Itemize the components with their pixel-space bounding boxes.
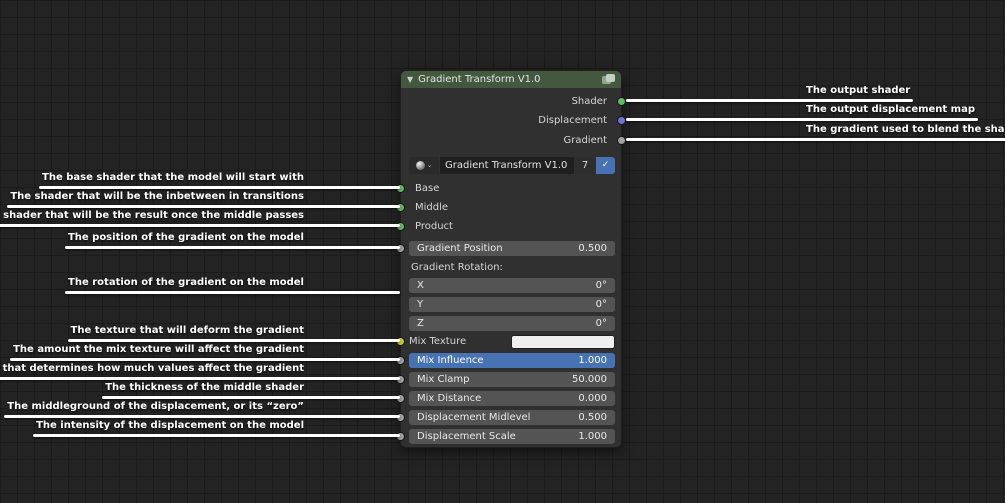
gradient-rotation-heading: Gradient Rotation: — [411, 262, 503, 273]
annotation-leader-line — [4, 415, 400, 418]
mix-influence-field[interactable]: Mix Influence 1.000 — [409, 353, 615, 368]
collapse-arrow-icon[interactable]: ▼ — [407, 71, 413, 88]
fake-user-checkbox[interactable]: ✓ — [596, 157, 615, 174]
rotation-y-field[interactable]: Y 0° — [409, 297, 615, 312]
mix-texture-label: Mix Texture — [409, 336, 467, 347]
annotation-text: The output shader — [806, 85, 911, 96]
node-header[interactable]: ▼ Gradient Transform V1.0 — [401, 71, 621, 88]
annotation-text: The thickness of the middle shader — [105, 382, 304, 393]
rotation-z-field[interactable]: Z 0° — [409, 316, 615, 331]
displacement-midlevel-field[interactable]: Displacement Midlevel 0.500 — [409, 410, 615, 425]
annotation-mix-influence: The amount the mix texture will affect t… — [10, 344, 400, 361]
group-user-count[interactable]: 7 — [575, 157, 595, 174]
annotation-leader-line — [626, 99, 914, 102]
annotation-leader-line — [626, 138, 1005, 141]
field-value: 50.000 — [572, 374, 607, 385]
field-value: 0.000 — [578, 393, 607, 404]
annotation-text: The base shader that the model will star… — [42, 172, 304, 183]
node-group-selector: ⌄ Gradient Transform V1.0 7 ✓ — [409, 157, 615, 174]
annotation-displacement-scale: The intensity of the displacement on the… — [33, 420, 400, 437]
field-value: 0.500 — [578, 412, 607, 423]
browse-group-button[interactable]: ⌄ — [409, 157, 439, 174]
annotation-leader-line — [39, 186, 400, 189]
annotation-base: The base shader that the model will star… — [39, 172, 400, 189]
node-editor-canvas[interactable]: ▼ Gradient Transform V1.0 Shader Displac… — [0, 0, 1005, 503]
annotation-product: The shader that will be the result once … — [0, 210, 400, 227]
annotation-leader-line — [0, 224, 400, 227]
gradient-position-field[interactable]: Gradient Position 0.500 — [409, 241, 615, 256]
node-title: Gradient Transform V1.0 — [418, 74, 541, 85]
annotation-text: The position of the gradient on the mode… — [67, 232, 304, 243]
field-value: 0° — [595, 280, 607, 291]
annotation-leader-line — [626, 118, 979, 121]
field-label: Mix Distance — [417, 393, 482, 404]
annotation-text: The amount the mix texture will affect t… — [13, 344, 304, 355]
input-label-middle: Middle — [415, 202, 449, 213]
field-label: Mix Influence — [417, 355, 484, 366]
annotation-text: The rotation of the gradient on the mode… — [68, 277, 304, 288]
annotation-text: The intensity of the displacement on the… — [36, 420, 304, 431]
mix-clamp-field[interactable]: Mix Clamp 50.000 — [409, 372, 615, 387]
annotation-leader-line — [7, 205, 400, 208]
annotation-output-gradient: The gradient used to blend the shaders — [626, 124, 1005, 141]
field-value: 1.000 — [578, 431, 607, 442]
field-label: Z — [417, 318, 424, 329]
annotation-leader-line — [65, 291, 400, 294]
annotation-leader-line — [64, 246, 400, 249]
annotation-text: The shader that will be the inbetween in… — [10, 191, 304, 202]
field-value: 1.000 — [578, 355, 607, 366]
annotation-text: The middleground of the displacement, or… — [7, 401, 304, 412]
annotation-leader-line — [102, 396, 400, 399]
socket-output-shader[interactable] — [617, 97, 626, 106]
field-label: Y — [417, 299, 424, 310]
annotation-gradient-rotation: The rotation of the gradient on the mode… — [65, 277, 400, 294]
annotation-displacement-midlevel: The middleground of the displacement, or… — [4, 401, 400, 418]
annotation-leader-line — [0, 377, 400, 380]
annotation-mix-texture: The texture that will deform the gradien… — [67, 325, 400, 342]
displacement-scale-field[interactable]: Displacement Scale 1.000 — [409, 429, 615, 444]
annotation-text: The gradient used to blend the shaders — [806, 124, 1005, 135]
output-label-displacement: Displacement — [538, 115, 607, 126]
chevron-down-icon: ⌄ — [426, 161, 433, 169]
annotation-text: The output displacement map — [806, 104, 976, 115]
gradient-transform-node[interactable]: ▼ Gradient Transform V1.0 Shader Displac… — [396, 70, 626, 448]
annotation-leader-line — [33, 434, 400, 437]
annotation-text: The shader that will be the result once … — [0, 210, 304, 221]
annotation-output-displacement: The output displacement map — [626, 104, 979, 121]
annotation-output-shader: The output shader — [626, 85, 914, 102]
node-group-icon — [602, 74, 615, 85]
input-label-product: Product — [415, 221, 453, 232]
material-sphere-icon — [415, 161, 425, 170]
annotation-middle: The shader that will be the inbetween in… — [7, 191, 400, 208]
mix-distance-field[interactable]: Mix Distance 0.000 — [409, 391, 615, 406]
field-label: Gradient Position — [417, 243, 503, 254]
socket-output-gradient[interactable] — [617, 136, 626, 145]
annotation-text: The texture that will deform the gradien… — [70, 325, 305, 336]
mix-texture-row: Mix Texture — [409, 334, 615, 349]
field-label: X — [417, 280, 424, 291]
annotation-text: The clamp that determines how much value… — [0, 363, 304, 374]
field-label: Mix Clamp — [417, 374, 470, 385]
annotation-gradient-position: The position of the gradient on the mode… — [64, 232, 400, 249]
output-label-gradient: Gradient — [563, 135, 607, 146]
annotation-mix-distance: The thickness of the middle shader — [102, 382, 400, 399]
output-label-shader: Shader — [571, 96, 607, 107]
field-label: Displacement Midlevel — [417, 412, 531, 423]
group-name-field[interactable]: Gradient Transform V1.0 — [440, 157, 574, 174]
rotation-x-field[interactable]: X 0° — [409, 278, 615, 293]
field-value: 0° — [595, 299, 607, 310]
field-value: 0.500 — [578, 243, 607, 254]
field-label: Displacement Scale — [417, 431, 516, 442]
mix-texture-swatch[interactable] — [511, 334, 615, 349]
input-label-base: Base — [415, 183, 440, 194]
field-value: 0° — [595, 318, 607, 329]
annotation-leader-line — [10, 358, 400, 361]
annotation-mix-clamp: The clamp that determines how much value… — [0, 363, 400, 380]
socket-output-displacement[interactable] — [617, 116, 626, 125]
annotation-leader-line — [67, 339, 400, 342]
